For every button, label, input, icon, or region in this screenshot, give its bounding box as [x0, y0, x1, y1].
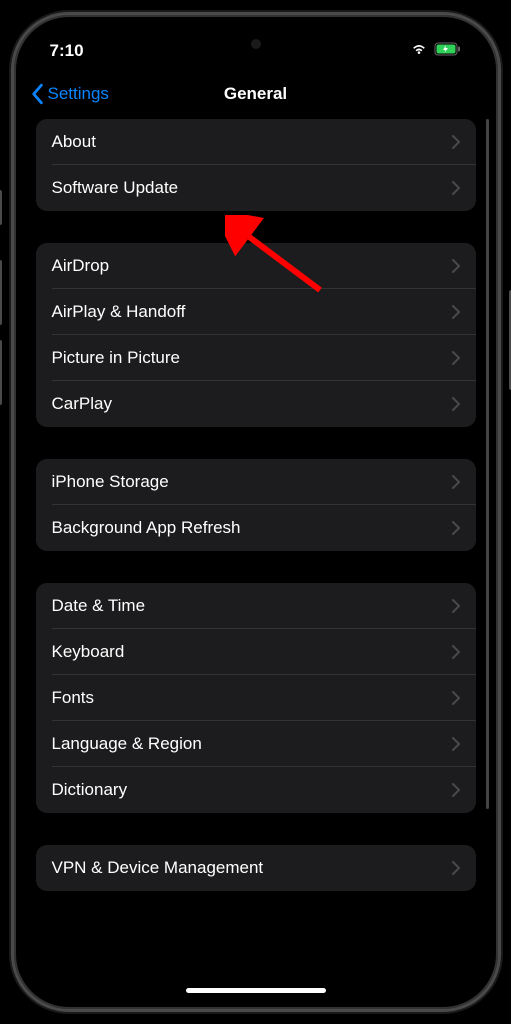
status-icons: [410, 42, 462, 61]
row-label: Language & Region: [52, 734, 202, 754]
row-fonts[interactable]: Fonts: [36, 675, 476, 721]
settings-content[interactable]: About Software Update AirDrop AirPlay & …: [20, 119, 492, 971]
page-title: General: [224, 84, 287, 104]
chevron-right-icon: [452, 181, 460, 195]
settings-group: VPN & Device Management: [36, 845, 476, 891]
row-vpn-device-management[interactable]: VPN & Device Management: [36, 845, 476, 891]
row-airdrop[interactable]: AirDrop: [36, 243, 476, 289]
front-camera: [251, 39, 261, 49]
chevron-right-icon: [452, 691, 460, 705]
phone-frame: 7:10 Settings General About: [11, 12, 501, 1012]
row-carplay[interactable]: CarPlay: [36, 381, 476, 427]
row-label: Dictionary: [52, 780, 128, 800]
chevron-right-icon: [452, 135, 460, 149]
nav-bar: Settings General: [20, 71, 492, 119]
wifi-icon: [410, 42, 428, 61]
row-label: Software Update: [52, 178, 179, 198]
row-about[interactable]: About: [36, 119, 476, 165]
home-indicator[interactable]: [186, 988, 326, 993]
row-label: About: [52, 132, 96, 152]
settings-group: iPhone Storage Background App Refresh: [36, 459, 476, 551]
chevron-right-icon: [452, 351, 460, 365]
chevron-right-icon: [452, 737, 460, 751]
status-time: 7:10: [50, 41, 84, 61]
back-button[interactable]: Settings: [30, 83, 109, 105]
row-airplay-handoff[interactable]: AirPlay & Handoff: [36, 289, 476, 335]
row-language-region[interactable]: Language & Region: [36, 721, 476, 767]
row-background-app-refresh[interactable]: Background App Refresh: [36, 505, 476, 551]
row-picture-in-picture[interactable]: Picture in Picture: [36, 335, 476, 381]
row-label: Keyboard: [52, 642, 125, 662]
chevron-right-icon: [452, 259, 460, 273]
chevron-left-icon: [30, 83, 44, 105]
chevron-right-icon: [452, 397, 460, 411]
row-label: iPhone Storage: [52, 472, 169, 492]
row-label: AirDrop: [52, 256, 110, 276]
scroll-indicator[interactable]: [486, 119, 489, 809]
chevron-right-icon: [452, 861, 460, 875]
row-label: Fonts: [52, 688, 95, 708]
row-label: Date & Time: [52, 596, 146, 616]
row-iphone-storage[interactable]: iPhone Storage: [36, 459, 476, 505]
row-label: CarPlay: [52, 394, 112, 414]
back-label: Settings: [48, 84, 109, 104]
chevron-right-icon: [452, 475, 460, 489]
row-software-update[interactable]: Software Update: [36, 165, 476, 211]
battery-charging-icon: [434, 42, 462, 61]
chevron-right-icon: [452, 599, 460, 613]
settings-group: About Software Update: [36, 119, 476, 211]
chevron-right-icon: [452, 305, 460, 319]
settings-group: Date & Time Keyboard Fonts Language & Re…: [36, 583, 476, 813]
row-dictionary[interactable]: Dictionary: [36, 767, 476, 813]
settings-group: AirDrop AirPlay & Handoff Picture in Pic…: [36, 243, 476, 427]
row-label: AirPlay & Handoff: [52, 302, 186, 322]
row-date-time[interactable]: Date & Time: [36, 583, 476, 629]
row-label: Picture in Picture: [52, 348, 181, 368]
chevron-right-icon: [452, 783, 460, 797]
row-label: VPN & Device Management: [52, 858, 264, 878]
row-label: Background App Refresh: [52, 518, 241, 538]
row-keyboard[interactable]: Keyboard: [36, 629, 476, 675]
chevron-right-icon: [452, 645, 460, 659]
chevron-right-icon: [452, 521, 460, 535]
